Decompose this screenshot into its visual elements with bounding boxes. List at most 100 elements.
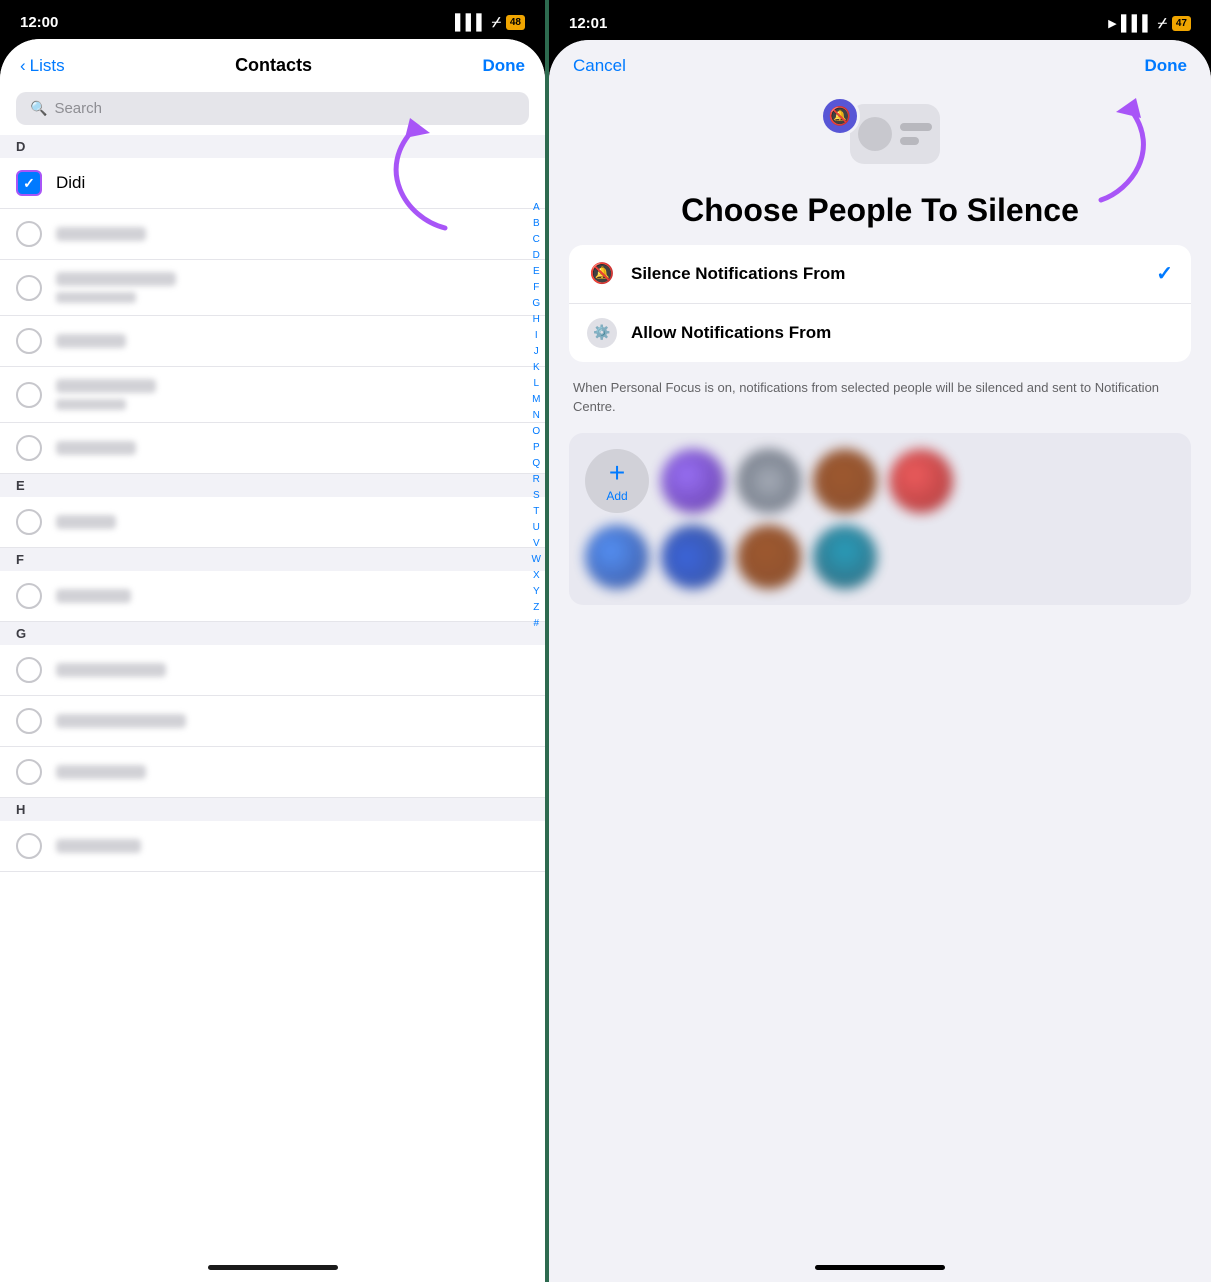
alpha-n[interactable]: N	[532, 408, 541, 423]
nav-back-button[interactable]: ‹ Lists	[20, 56, 65, 76]
alpha-x[interactable]: X	[532, 568, 541, 583]
radio-e1[interactable]	[16, 509, 42, 535]
alpha-i[interactable]: I	[532, 328, 541, 343]
radio-f1[interactable]	[16, 583, 42, 609]
nav-back-label[interactable]: Lists	[30, 56, 65, 76]
contact-row-blurred-4[interactable]	[0, 367, 545, 423]
checkmark-icon: ✓	[23, 175, 35, 192]
blurred-name-2	[56, 272, 176, 286]
radio-blurred-2[interactable]	[16, 275, 42, 301]
right-content: 🔕 Choose People To Silence 🔕 Silence Not…	[549, 86, 1211, 1257]
blurred-name-g2	[56, 714, 186, 728]
blurred-name-e1	[56, 515, 116, 529]
blurred-name-5	[56, 441, 136, 455]
radio-blurred-4[interactable]	[16, 382, 42, 408]
alpha-e[interactable]: E	[532, 264, 541, 279]
alpha-u[interactable]: U	[532, 520, 541, 535]
options-card: 🔕 Silence Notifications From ✓ ⚙️ Allow …	[569, 245, 1191, 362]
option-allow-label: Allow Notifications From	[631, 323, 1173, 343]
arrow-indicator-left	[385, 108, 505, 243]
hero-person-avatar	[858, 117, 892, 151]
alpha-o[interactable]: O	[532, 424, 541, 439]
contact-info-blurred-5	[56, 441, 529, 455]
alpha-w[interactable]: W	[532, 552, 541, 567]
avatar-4	[889, 449, 953, 513]
alpha-f[interactable]: F	[532, 280, 541, 295]
alpha-j[interactable]: J	[532, 344, 541, 359]
radio-h1[interactable]	[16, 833, 42, 859]
radio-blurred-3[interactable]	[16, 328, 42, 354]
contact-info-g3	[56, 765, 529, 779]
alpha-q[interactable]: Q	[532, 456, 541, 471]
done-button-left[interactable]: Done	[483, 56, 526, 76]
blurred-sub-4	[56, 399, 126, 410]
hero-lines	[900, 123, 932, 145]
status-bar-left: 12:00 ▌▌▌ ⌿ 48	[0, 0, 545, 39]
checkbox-didi[interactable]: ✓	[16, 170, 42, 196]
option-silence-label: Silence Notifications From	[631, 264, 1142, 284]
option-silence-checkmark: ✓	[1156, 261, 1173, 286]
radio-g1[interactable]	[16, 657, 42, 683]
screen-right: Cancel Done 🔕	[549, 40, 1211, 1282]
people-row-2	[585, 525, 1175, 589]
alpha-h[interactable]: H	[532, 312, 541, 327]
alpha-g[interactable]: G	[532, 296, 541, 311]
option-row-silence[interactable]: 🔕 Silence Notifications From ✓	[569, 245, 1191, 304]
blurred-sub-2	[56, 292, 136, 303]
blurred-name-1	[56, 227, 146, 241]
alpha-y[interactable]: Y	[532, 584, 541, 599]
alpha-a[interactable]: A	[532, 200, 541, 215]
radio-blurred-5[interactable]	[16, 435, 42, 461]
alpha-b[interactable]: B	[532, 216, 541, 231]
contact-row-h1[interactable]	[0, 821, 545, 872]
alpha-k[interactable]: K	[532, 360, 541, 375]
search-icon: 🔍	[30, 100, 47, 117]
contact-info-g1	[56, 663, 529, 677]
radio-blurred-1[interactable]	[16, 221, 42, 247]
contact-row-g2[interactable]	[0, 696, 545, 747]
time-right: 12:01	[569, 15, 607, 32]
description-text: When Personal Focus is on, notifications…	[569, 378, 1191, 417]
nav-title-left: Contacts	[235, 55, 312, 76]
contact-row-g3[interactable]	[0, 747, 545, 798]
radio-g3[interactable]	[16, 759, 42, 785]
alpha-v[interactable]: V	[532, 536, 541, 551]
signal-icon: ▌▌▌	[455, 14, 487, 31]
contact-info-blurred-2	[56, 272, 529, 303]
alpha-l[interactable]: L	[532, 376, 541, 391]
status-icons-left: ▌▌▌ ⌿ 48	[455, 14, 525, 31]
option-row-allow[interactable]: ⚙️ Allow Notifications From	[569, 304, 1191, 362]
contact-row-blurred-2[interactable]	[0, 260, 545, 316]
add-person-button[interactable]: + Add	[585, 449, 649, 513]
alpha-index[interactable]: A B C D E F G H I J K L M N O P Q R S T …	[532, 200, 541, 631]
nav-bar-right: Cancel Done	[549, 40, 1211, 86]
contact-row-blurred-5[interactable]	[0, 423, 545, 474]
done-button-right[interactable]: Done	[1145, 56, 1188, 76]
alpha-d[interactable]: D	[532, 248, 541, 263]
alpha-z[interactable]: Z	[532, 600, 541, 615]
alpha-t[interactable]: T	[532, 504, 541, 519]
contact-row-blurred-3[interactable]	[0, 316, 545, 367]
alpha-p[interactable]: P	[532, 440, 541, 455]
right-phone: 12:01 ▸ ▌▌▌ ⌿ 47 Cancel Done	[549, 0, 1211, 1282]
section-header-h: H	[0, 798, 545, 821]
blurred-name-3	[56, 334, 126, 348]
chevron-left-icon: ‹	[20, 56, 26, 76]
alpha-hash[interactable]: #	[532, 616, 541, 631]
status-bar-right: 12:01 ▸ ▌▌▌ ⌿ 47	[549, 0, 1211, 40]
alpha-r[interactable]: R	[532, 472, 541, 487]
alpha-m[interactable]: M	[532, 392, 541, 407]
contact-row-e1[interactable]	[0, 497, 545, 548]
contact-row-g1[interactable]	[0, 645, 545, 696]
contact-row-f1[interactable]	[0, 571, 545, 622]
blurred-name-g3	[56, 765, 146, 779]
avatar-7	[737, 525, 801, 589]
alpha-c[interactable]: C	[532, 232, 541, 247]
gear-circle-icon: ⚙️	[587, 318, 617, 348]
time-left: 12:00	[20, 14, 58, 31]
alpha-s[interactable]: S	[532, 488, 541, 503]
blurred-name-h1	[56, 839, 141, 853]
cancel-button[interactable]: Cancel	[573, 56, 626, 76]
radio-g2[interactable]	[16, 708, 42, 734]
location-icon: ▸	[1108, 14, 1116, 32]
